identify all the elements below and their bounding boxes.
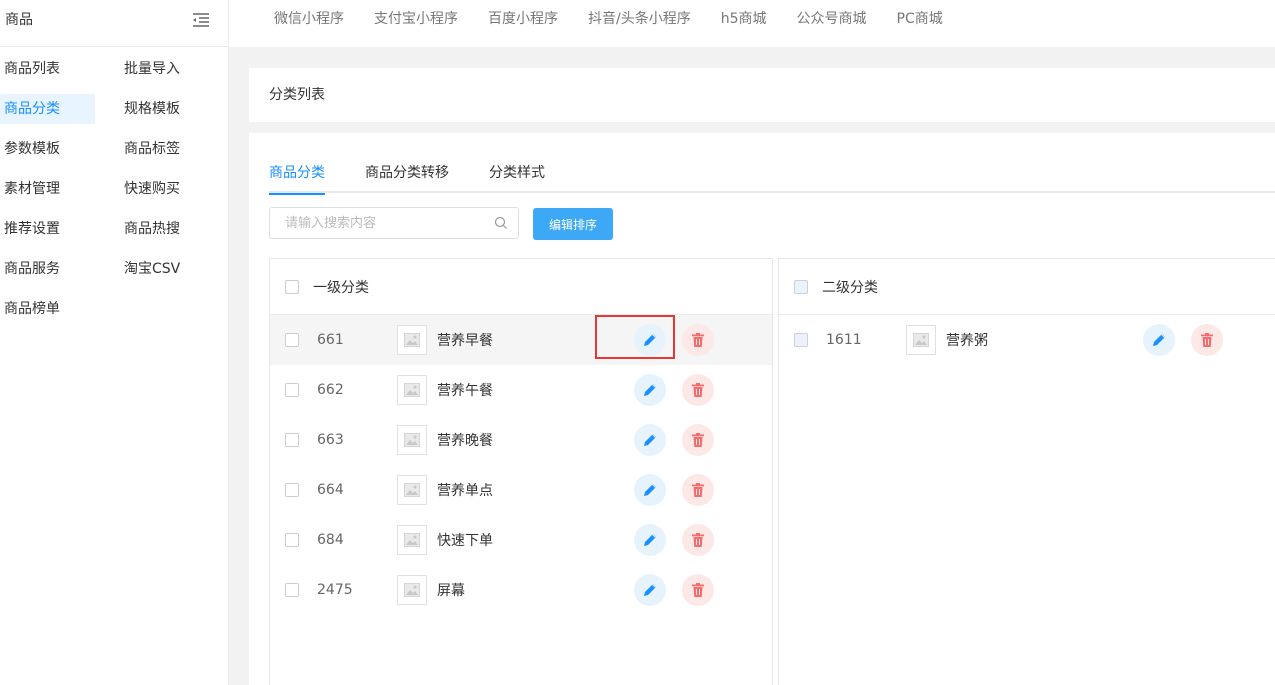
sidebar-item[interactable]: 快速购买 (120, 174, 215, 204)
search-input[interactable] (269, 207, 519, 239)
category-row: 1611 营养粥 (779, 315, 1275, 365)
level2-title: 二级分类 (822, 279, 878, 296)
card-header: 分类列表 (249, 68, 1275, 122)
category-id: 684 (317, 532, 344, 548)
image-placeholder-icon (397, 475, 427, 505)
edit-icon[interactable] (634, 374, 666, 406)
edit-sort-button[interactable]: 编辑排序 (533, 208, 613, 240)
sidebar-item[interactable]: 商品分类 (0, 94, 95, 124)
nav-item[interactable]: 支付宝小程序 (374, 8, 458, 28)
delete-icon[interactable] (682, 424, 714, 456)
category-id: 664 (317, 482, 344, 498)
category-name: 屏幕 (437, 583, 465, 599)
category-id: 1611 (826, 332, 862, 348)
category-id: 662 (317, 382, 344, 398)
sidebar-item[interactable]: 参数模板 (0, 134, 95, 164)
category-name: 营养午餐 (437, 383, 493, 399)
level2-list: 1611 营养粥 (779, 315, 1275, 365)
delete-icon[interactable] (682, 524, 714, 556)
image-placeholder-icon (397, 575, 427, 605)
nav-item[interactable]: PC商城 (897, 8, 943, 28)
page-title: 分类列表 (269, 87, 325, 103)
sidebar-item[interactable]: 商品标签 (120, 134, 215, 164)
row-checkbox[interactable] (285, 383, 299, 397)
category-name: 营养晚餐 (437, 433, 493, 449)
sidebar-title: 商品 (5, 12, 33, 28)
category-id: 2475 (317, 582, 353, 598)
delete-icon[interactable] (682, 374, 714, 406)
edit-icon[interactable] (634, 474, 666, 506)
sidebar-item[interactable]: 规格模板 (120, 94, 215, 124)
image-placeholder-icon (397, 525, 427, 555)
select-all-checkbox[interactable] (285, 279, 299, 294)
row-checkbox[interactable] (285, 333, 299, 347)
sidebar-column-secondary: 批量导入规格模板商品标签快速购买商品热搜淘宝CSV (120, 54, 220, 334)
category-name: 营养单点 (437, 483, 493, 499)
row-checkbox[interactable] (285, 583, 299, 597)
level1-list: 661 营养早餐 662 营养午餐 663 营养晚餐 664 营养单点 684 快速下单 2475 屏… (270, 315, 772, 615)
sidebar-item[interactable]: 淘宝CSV (120, 254, 215, 284)
sidebar-item[interactable]: 商品榜单 (0, 294, 95, 324)
level2-category-panel: 二级分类 1611 营养粥 (778, 258, 1275, 685)
category-row: 661 营养早餐 (270, 315, 772, 365)
tab-1[interactable]: 商品分类转移 (365, 161, 449, 193)
row-checkbox[interactable] (285, 433, 299, 447)
level2-panel-header: 二级分类 (779, 259, 1275, 315)
sidebar-menu: 商品列表商品分类参数模板素材管理推荐设置商品服务商品榜单 批量导入规格模板商品标… (0, 47, 228, 334)
category-row: 662 营养午餐 (270, 365, 772, 415)
category-id: 663 (317, 432, 344, 448)
edit-icon[interactable] (634, 574, 666, 606)
platform-nav: 微信小程序 支付宝小程序 百度小程序 抖音/头条小程序 h5商城 公众号商城 PC商城 (229, 0, 1275, 47)
level1-panel-header: 一级分类 (270, 259, 772, 315)
sidebar-item[interactable]: 素材管理 (0, 174, 95, 204)
search-icon[interactable] (494, 216, 508, 230)
tab-2[interactable]: 分类样式 (489, 161, 545, 193)
tab-bar: 商品分类 商品分类转移 分类样式 (269, 161, 1275, 195)
category-name: 营养粥 (946, 333, 988, 349)
edit-icon[interactable] (1143, 324, 1175, 356)
sidebar-item[interactable]: 商品服务 (0, 254, 95, 284)
nav-item[interactable]: 微信小程序 (274, 8, 344, 28)
image-placeholder-icon (397, 425, 427, 455)
category-name: 营养早餐 (437, 333, 493, 349)
row-checkbox[interactable] (285, 533, 299, 547)
image-placeholder-icon (397, 375, 427, 405)
sidebar-item[interactable]: 推荐设置 (0, 214, 95, 244)
edit-icon[interactable] (634, 324, 666, 356)
delete-icon[interactable] (1191, 324, 1223, 356)
category-row: 684 快速下单 (270, 515, 772, 565)
edit-icon[interactable] (634, 524, 666, 556)
level1-title: 一级分类 (313, 279, 369, 296)
sidebar-header: 商品 (0, 0, 228, 47)
content-area: 分类列表 商品分类 商品分类转移 分类样式 编辑排序 一级分类 661 营养早餐 662… (229, 47, 1275, 685)
nav-item[interactable]: 公众号商城 (797, 8, 867, 28)
image-placeholder-icon (397, 325, 427, 355)
select-all-checkbox[interactable] (794, 279, 808, 294)
sidebar: 商品 商品列表商品分类参数模板素材管理推荐设置商品服务商品榜单 批量导入规格模板… (0, 0, 229, 685)
nav-item[interactable]: 百度小程序 (488, 8, 558, 28)
image-placeholder-icon (906, 325, 936, 355)
menu-fold-icon[interactable] (192, 11, 210, 29)
category-row: 664 营养单点 (270, 465, 772, 515)
delete-icon[interactable] (682, 474, 714, 506)
nav-item[interactable]: h5商城 (721, 8, 767, 28)
category-card: 商品分类商品分类转移分类样式 编辑排序 一级分类 661营养早餐662营养午餐6… (249, 133, 1275, 685)
level1-category-panel: 一级分类 661 营养早餐 662 营养午餐 663 营养晚餐 664 营养单点 684 快速下单… (269, 258, 773, 685)
nav-item[interactable]: 抖音/头条小程序 (588, 8, 691, 28)
delete-icon[interactable] (682, 324, 714, 356)
row-checkbox[interactable] (794, 333, 808, 347)
sidebar-column-primary: 商品列表商品分类参数模板素材管理推荐设置商品服务商品榜单 (0, 54, 120, 334)
category-row: 663 营养晚餐 (270, 415, 772, 465)
sidebar-item[interactable]: 商品列表 (0, 54, 95, 84)
sidebar-item[interactable]: 批量导入 (120, 54, 215, 84)
row-checkbox[interactable] (285, 483, 299, 497)
sidebar-item[interactable]: 商品热搜 (120, 214, 215, 244)
category-name: 快速下单 (437, 533, 493, 549)
delete-icon[interactable] (682, 574, 714, 606)
category-id: 661 (317, 332, 344, 348)
edit-icon[interactable] (634, 424, 666, 456)
tab-0[interactable]: 商品分类 (269, 161, 325, 195)
category-row: 2475 屏幕 (270, 565, 772, 615)
